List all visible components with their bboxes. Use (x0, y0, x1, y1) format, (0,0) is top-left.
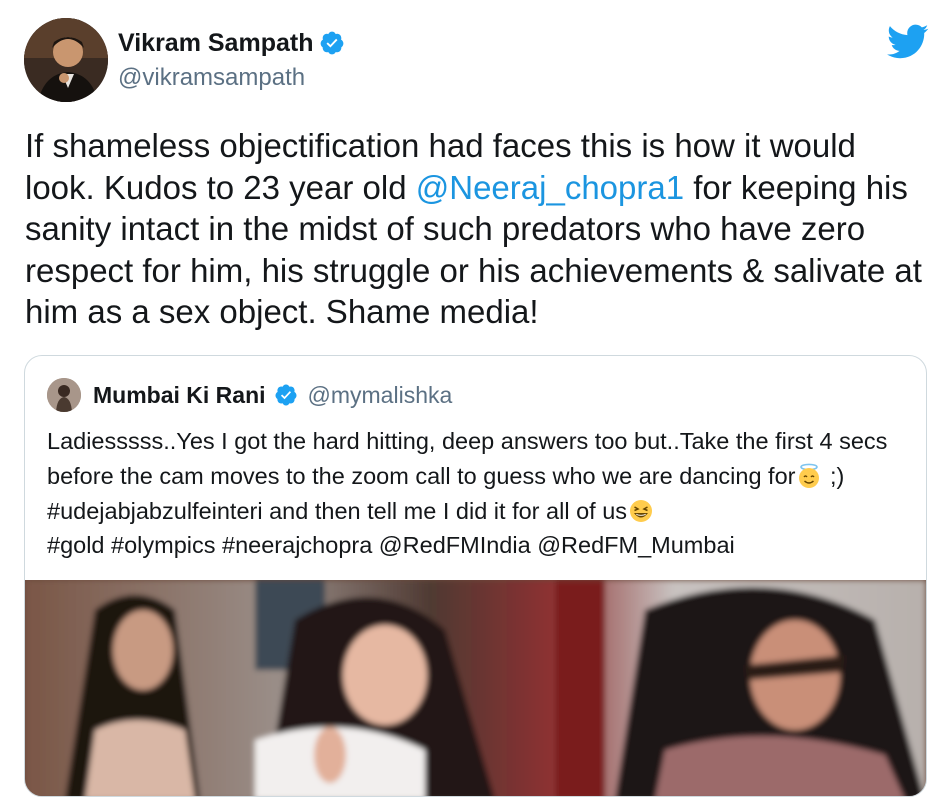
author-block: Vikram Sampath @vikramsampath (118, 28, 345, 92)
quoted-author-name[interactable]: Mumbai Ki Rani (93, 382, 266, 409)
smiling-face-with-halo-icon (796, 463, 822, 489)
author-avatar-image (24, 18, 108, 102)
quoted-video-preview[interactable] (25, 580, 926, 796)
quoted-text: Ladiesssss..Yes I got the hard hitting, … (47, 424, 907, 563)
quoted-author-handle[interactable]: @mymalishka (308, 382, 453, 409)
quoted-tweet[interactable]: Mumbai Ki Rani @mymalishka Ladiesssss..Y… (24, 355, 927, 797)
verified-badge-icon (319, 30, 345, 56)
twitter-bird-icon[interactable] (887, 24, 929, 60)
grinning-squinting-face-icon (628, 498, 654, 524)
verified-badge-icon (274, 383, 298, 407)
quoted-author-avatar[interactable] (47, 378, 81, 412)
author-handle[interactable]: @vikramsampath (118, 64, 345, 92)
tweet-card: Vikram Sampath @vikramsampath If shamele… (0, 0, 949, 797)
tweet-text: If shameless objectification had faces t… (25, 125, 930, 333)
mention-link[interactable]: @Neeraj_chopra1 (416, 169, 684, 206)
video-thumbnail-image (25, 580, 926, 796)
quoted-text-part: Ladiesssss..Yes I got the hard hitting, … (47, 428, 888, 489)
author-avatar[interactable] (24, 18, 108, 102)
quoted-header: Mumbai Ki Rani @mymalishka (47, 378, 452, 412)
quoted-hashtags[interactable]: #gold #olympics #neerajchopra @RedFMIndi… (47, 532, 735, 558)
author-name[interactable]: Vikram Sampath (118, 29, 313, 58)
